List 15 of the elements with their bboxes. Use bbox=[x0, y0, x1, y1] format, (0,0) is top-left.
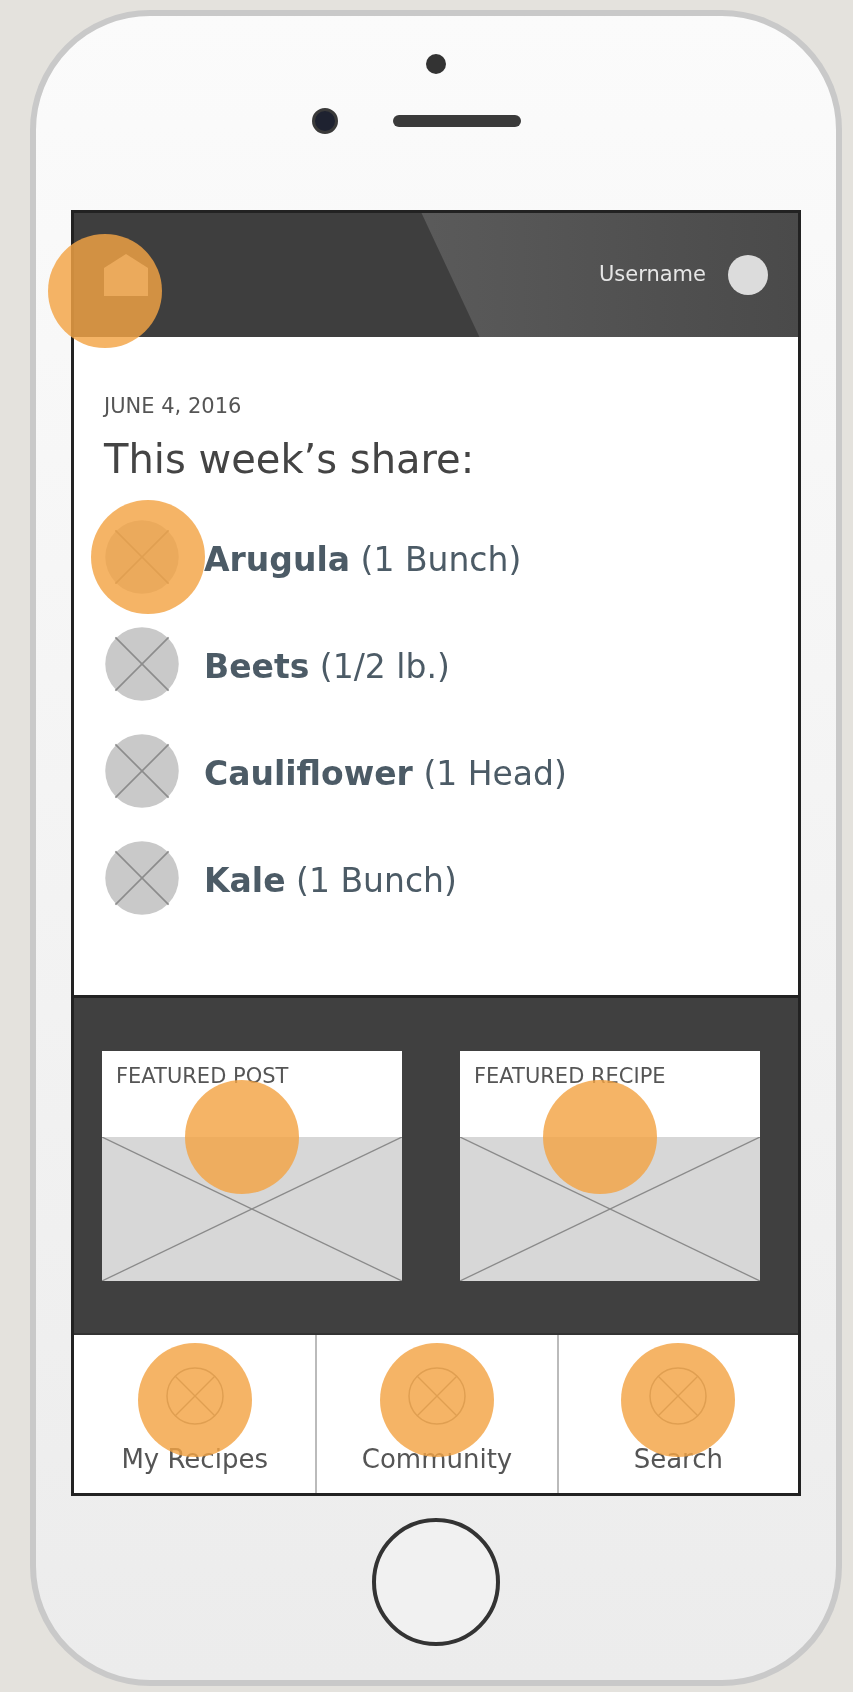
featured-card[interactable]: FEATURED POST bbox=[102, 1050, 402, 1281]
camera-lens bbox=[311, 108, 338, 134]
username: Username bbox=[598, 261, 706, 289]
card-title: FEATURED POST bbox=[116, 1062, 289, 1090]
share-item: Cauliflower (1 Head) bbox=[204, 752, 567, 795]
card-title: FEATURED RECIPE bbox=[474, 1062, 666, 1090]
image-placeholder-icon bbox=[104, 732, 180, 809]
share-item: Arugula (1 Bunch) bbox=[204, 538, 522, 581]
date-label: JUNE 4, 2016 bbox=[104, 393, 243, 420]
image-placeholder-icon bbox=[104, 839, 180, 916]
section-heading: This week’s share: bbox=[104, 434, 476, 484]
share-item: Beets (1/2 lb.) bbox=[204, 645, 450, 688]
featured-card[interactable]: FEATURED RECIPE bbox=[460, 1050, 760, 1281]
share-item: Kale (1 Bunch) bbox=[204, 859, 457, 902]
image-placeholder-icon bbox=[104, 625, 180, 702]
